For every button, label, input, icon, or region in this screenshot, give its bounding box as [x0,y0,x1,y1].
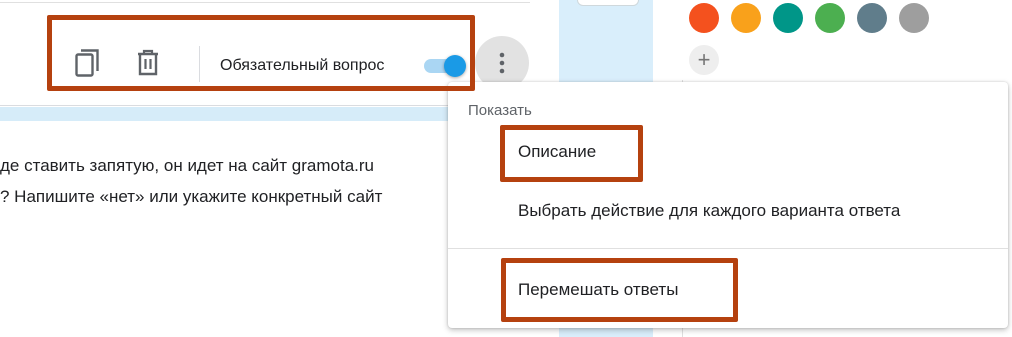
color-swatch-blue-grey[interactable] [857,3,887,33]
highlight-box-shuffle [501,258,738,322]
color-swatch-teal[interactable] [773,3,803,33]
highlight-box-toolbar [47,15,475,91]
card-top-border [0,2,530,3]
color-swatch-grey[interactable] [899,3,929,33]
question-text-line: де ставить запятую, он идет на сайт gram… [0,156,374,175]
color-swatch-orange-red[interactable] [689,3,719,33]
more-vertical-icon [499,52,505,74]
color-swatch-orange[interactable] [731,3,761,33]
side-card-fragment [577,0,639,6]
highlight-box-description [500,125,643,182]
plus-icon: + [697,47,711,72]
add-color-button[interactable]: + [689,45,719,75]
menu-divider [448,248,1008,249]
menu-item-go-to-section[interactable]: Выбрать действие для каждого варианта от… [518,201,900,221]
question-text-line: ? Напишите «нет» или укажите конкретный … [0,187,383,206]
color-swatch-green[interactable] [815,3,845,33]
menu-section-header: Показать [468,102,532,119]
